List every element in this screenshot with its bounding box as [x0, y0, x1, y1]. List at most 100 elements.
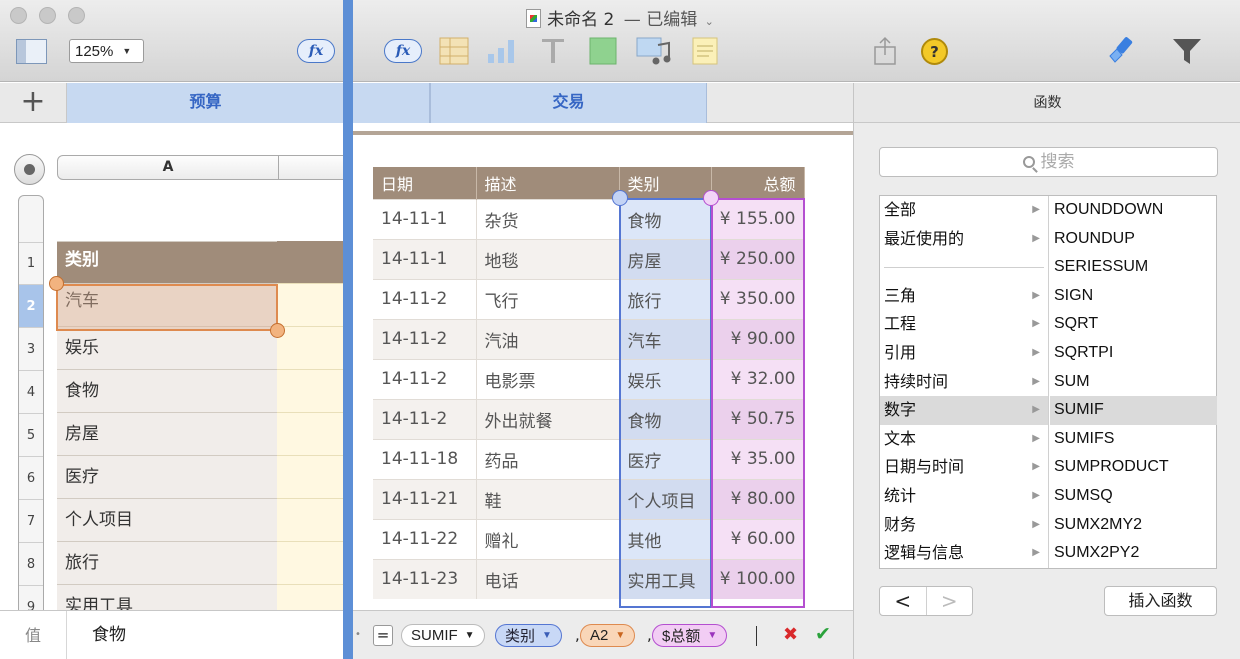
table-cell[interactable] [277, 283, 345, 326]
description-cell[interactable]: 外出就餐 [476, 398, 620, 439]
function-category-item[interactable]: 三角 ▶ [880, 282, 1048, 311]
function-item[interactable]: ROUNDUP [1050, 225, 1217, 254]
description-cell[interactable]: 药品 [476, 438, 620, 479]
amount-cell[interactable]: ¥ 60.00 [711, 518, 805, 559]
function-item[interactable]: SUMIFS [1050, 425, 1217, 454]
date-cell[interactable]: 14-11-2 [373, 398, 477, 439]
function-item[interactable]: SQRT [1050, 310, 1217, 339]
row-header[interactable]: 8 [19, 542, 43, 585]
date-cell[interactable]: 14-11-18 [373, 438, 477, 479]
tab-budget-continued[interactable] [353, 83, 430, 123]
date-cell[interactable]: 14-11-23 [373, 558, 477, 599]
function-item[interactable]: ROUNDDOWN [1050, 196, 1217, 225]
row-header[interactable]: 9 [19, 585, 43, 610]
description-cell[interactable]: 电影票 [476, 358, 620, 399]
date-cell[interactable]: 14-11-2 [373, 278, 477, 319]
row-header[interactable]: 4 [19, 370, 43, 413]
function-item[interactable]: SERIESSUM [1050, 253, 1217, 282]
function-item[interactable]: SUMIF [1050, 396, 1217, 425]
amount-cell[interactable]: ¥ 90.00 [711, 318, 805, 359]
category-cell[interactable]: 旅行 [619, 278, 712, 319]
row-header[interactable]: 1 [19, 242, 43, 284]
back-button[interactable]: < [880, 587, 927, 615]
function-category-item[interactable]: 日期与时间 ▶ [880, 453, 1048, 482]
row-header[interactable]: 2 [19, 284, 43, 327]
selection-handle[interactable] [49, 276, 64, 291]
pane-splitter[interactable] [343, 0, 353, 659]
function-category-item[interactable]: 全部 ▶ [880, 196, 1048, 225]
function-item[interactable]: SUMX2PY2 [1050, 539, 1217, 568]
comment-icon[interactable] [692, 37, 718, 65]
filter-icon[interactable] [1172, 38, 1202, 66]
column-header-category[interactable]: 类别 [619, 167, 712, 199]
function-category-item[interactable]: 引用 ▶ [880, 339, 1048, 368]
category-cell[interactable]: 医疗 [619, 438, 712, 479]
amount-cell[interactable]: ¥ 155.00 [711, 198, 805, 239]
category-range-token[interactable]: 类别 ▼ [495, 624, 562, 647]
amount-cell[interactable]: ¥ 100.00 [711, 558, 805, 599]
table-cell[interactable] [277, 241, 345, 283]
amount-cell[interactable]: ¥ 80.00 [711, 478, 805, 519]
tab-transactions[interactable]: 交易 [430, 83, 707, 123]
date-cell[interactable]: 14-11-21 [373, 478, 477, 519]
column-header-amount[interactable]: 总额 [711, 167, 805, 199]
row-header[interactable]: 3 [19, 327, 43, 370]
column-header-description[interactable]: 描述 [476, 167, 620, 199]
table-icon[interactable] [439, 37, 469, 65]
function-category-item[interactable]: 最近使用的 ▶ [880, 225, 1048, 254]
category-cell[interactable]: 实用工具 [57, 584, 277, 610]
table-cell[interactable] [277, 498, 345, 541]
sidebar-toggle-icon[interactable] [16, 39, 47, 64]
range-handle-amount[interactable] [703, 190, 719, 206]
function-category-item[interactable]: 数字 ▶ [880, 396, 1048, 425]
description-cell[interactable]: 电话 [476, 558, 620, 599]
description-cell[interactable]: 汽油 [476, 318, 620, 359]
description-cell[interactable]: 飞行 [476, 278, 620, 319]
category-cell[interactable]: 汽车 [619, 318, 712, 359]
category-cell[interactable]: 房屋 [57, 412, 277, 455]
amount-cell[interactable]: ¥ 250.00 [711, 238, 805, 279]
column-header-date[interactable]: 日期 [373, 167, 477, 199]
equals-sign[interactable]: = [373, 625, 393, 646]
category-cell[interactable]: 房屋 [619, 238, 712, 279]
accept-formula-button[interactable]: ✔ [815, 623, 831, 645]
category-cell[interactable]: 食物 [619, 198, 712, 239]
share-icon[interactable] [873, 36, 897, 66]
table-cell[interactable] [277, 541, 345, 584]
category-cell[interactable]: 食物 [57, 369, 277, 412]
category-cell[interactable]: 其他 [619, 518, 712, 559]
function-category-item[interactable]: 统计 ▶ [880, 482, 1048, 511]
insert-function-button[interactable]: 插入函数 [1104, 586, 1217, 616]
row-header[interactable]: 5 [19, 413, 43, 456]
range-handle-category[interactable] [612, 190, 628, 206]
function-category-item[interactable]: 文本 ▶ [880, 425, 1048, 454]
function-search-input[interactable]: 搜索 [879, 147, 1218, 177]
category-cell[interactable]: 娱乐 [57, 326, 277, 369]
function-item[interactable]: SUMX2MY2 [1050, 511, 1217, 540]
category-cell[interactable]: 医疗 [57, 455, 277, 498]
chart-icon[interactable] [486, 37, 520, 65]
criteria-token[interactable]: A2 ▼ [580, 624, 636, 647]
tab-budget[interactable]: 预算 [67, 83, 345, 123]
amount-cell[interactable]: ¥ 35.00 [711, 438, 805, 479]
amount-cell[interactable]: ¥ 350.00 [711, 278, 805, 319]
category-cell[interactable]: 个人项目 [57, 498, 277, 541]
cancel-formula-button[interactable]: ✖ [783, 624, 798, 645]
formula-button[interactable]: fx [384, 39, 422, 63]
row-header[interactable]: 7 [19, 499, 43, 542]
function-item[interactable]: SUM [1050, 368, 1217, 397]
amount-cell[interactable]: ¥ 50.75 [711, 398, 805, 439]
sum-range-token[interactable]: $总额 ▼ [652, 624, 728, 647]
description-cell[interactable]: 鞋 [476, 478, 620, 519]
category-cell[interactable]: 旅行 [57, 541, 277, 584]
amount-cell[interactable]: ¥ 32.00 [711, 358, 805, 399]
table-cell[interactable] [277, 326, 345, 369]
function-item[interactable]: SQRTPI [1050, 339, 1217, 368]
table-cell[interactable] [277, 455, 345, 498]
column-header-a[interactable]: A [57, 155, 345, 180]
function-category-item[interactable]: 工程 ▶ [880, 310, 1048, 339]
add-sheet-button[interactable]: + [0, 83, 67, 123]
description-cell[interactable]: 地毯 [476, 238, 620, 279]
formula-button-left[interactable]: fx [297, 39, 335, 63]
table-cell[interactable] [277, 412, 345, 455]
